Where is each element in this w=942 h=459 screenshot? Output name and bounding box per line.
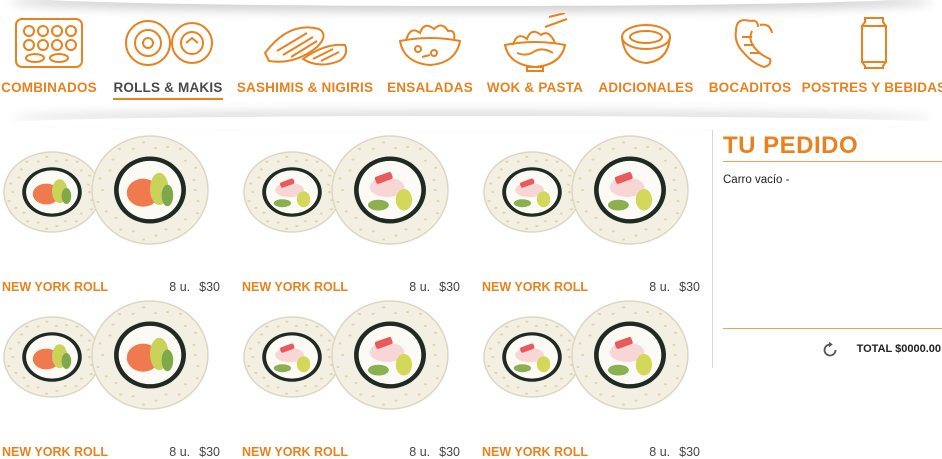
category-label: ADICIONALES	[598, 80, 694, 95]
product-card[interactable]: NEW YORK ROLL 8 u. $30	[480, 132, 700, 294]
product-card[interactable]: NEW YORK ROLL 8 u. $30	[240, 132, 460, 294]
product-card[interactable]: NEW YORK ROLL 8 u. $30	[480, 297, 700, 459]
product-card[interactable]: NEW YORK ROLL 8 u. $30	[0, 132, 220, 294]
category-bar: COMBINADOS ROLLS & MAKIS SASHIMIS & NIGI…	[0, 0, 942, 120]
product-image	[3, 300, 209, 410]
product-price: $30	[439, 280, 460, 294]
nigiri-icon	[259, 12, 351, 74]
product-price: $30	[199, 445, 220, 459]
product-name: NEW YORK ROLL	[242, 280, 349, 294]
drink-can-icon	[859, 12, 889, 74]
category-label: COMBINADOS	[1, 80, 97, 95]
category-rolls-makis[interactable]: ROLLS & MAKIS	[113, 12, 223, 107]
sauce-bowl-icon	[616, 12, 676, 74]
order-title: TU PEDIDO	[723, 132, 859, 159]
product-info: 8 u. $30	[169, 280, 220, 294]
product-units: 8 u.	[169, 280, 191, 294]
product-image	[243, 300, 449, 410]
product-name: NEW YORK ROLL	[2, 280, 109, 294]
product-image	[243, 135, 449, 245]
refresh-icon[interactable]	[821, 341, 839, 359]
category-label: ENSALADAS	[387, 80, 473, 95]
category-postres-bebidas[interactable]: POSTRES Y BEBIDAS	[802, 12, 942, 107]
order-panel: TU PEDIDO Carro vacío - TOTAL $0000.00	[712, 130, 942, 368]
product-card[interactable]: NEW YORK ROLL 8 u. $30	[0, 297, 220, 459]
category-label: SASHIMIS & NIGIRIS	[236, 80, 374, 95]
product-name: NEW YORK ROLL	[482, 280, 589, 294]
product-name: NEW YORK ROLL	[482, 445, 589, 459]
product-image	[3, 135, 209, 245]
category-adicionales[interactable]: ADICIONALES	[598, 12, 694, 107]
product-info: 8 u. $30	[409, 445, 460, 459]
category-ensaladas[interactable]: ENSALADAS	[387, 12, 473, 107]
product-price: $30	[679, 445, 700, 459]
product-info: 8 u. $30	[169, 445, 220, 459]
category-bocaditos[interactable]: BOCADITOS	[708, 12, 792, 107]
product-price: $30	[199, 280, 220, 294]
product-units: 8 u.	[649, 445, 671, 459]
order-divider	[723, 161, 942, 162]
product-price: $30	[679, 280, 700, 294]
product-info: 8 u. $30	[649, 280, 700, 294]
maki-rolls-icon	[120, 12, 216, 74]
category-label: BOCADITOS	[708, 80, 792, 95]
product-units: 8 u.	[169, 445, 191, 459]
product-card[interactable]: NEW YORK ROLL 8 u. $30	[240, 297, 460, 459]
salad-bowl-icon	[394, 12, 466, 74]
order-divider	[723, 328, 942, 329]
sushi-box-icon	[13, 12, 85, 74]
category-sashimis-nigiris[interactable]: SASHIMIS & NIGIRIS	[236, 12, 374, 107]
product-name: NEW YORK ROLL	[242, 445, 349, 459]
product-info: 8 u. $30	[649, 445, 700, 459]
product-image	[483, 300, 689, 410]
category-combinados[interactable]: COMBINADOS	[0, 12, 98, 107]
order-total: TOTAL $0000.00	[856, 343, 941, 355]
category-wok-pasta[interactable]: WOK & PASTA	[486, 12, 584, 107]
cart-empty-text: Carro vacío -	[723, 174, 790, 186]
product-units: 8 u.	[409, 445, 431, 459]
product-units: 8 u.	[649, 280, 671, 294]
category-label: WOK & PASTA	[486, 80, 584, 95]
product-price: $30	[439, 445, 460, 459]
product-name: NEW YORK ROLL	[2, 445, 109, 459]
product-info: 8 u. $30	[409, 280, 460, 294]
noodles-bowl-icon	[499, 12, 571, 74]
category-label: ROLLS & MAKIS	[113, 80, 223, 100]
category-label: POSTRES Y BEBIDAS	[801, 80, 942, 95]
product-image	[483, 135, 689, 245]
product-units: 8 u.	[409, 280, 431, 294]
shrimp-icon	[720, 12, 780, 74]
